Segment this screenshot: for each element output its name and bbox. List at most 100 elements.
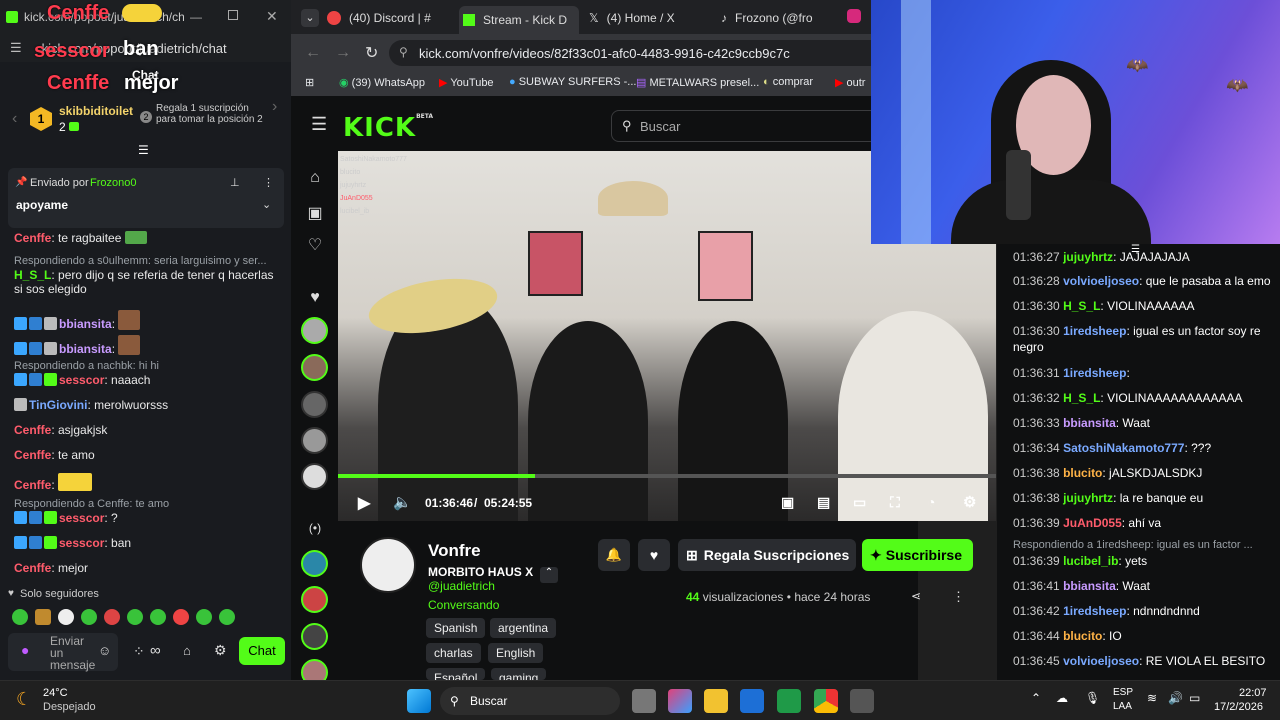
chat-username[interactable]: Cenffe — [14, 478, 51, 492]
search-input[interactable]: ⚲ Buscar — [611, 110, 881, 142]
weather-moon-icon[interactable]: ☾ — [16, 689, 32, 710]
windows-start-icon[interactable] — [407, 689, 431, 713]
chat-username[interactable]: jujuyhrtz — [1063, 250, 1113, 264]
followed-channel-avatar[interactable] — [301, 463, 328, 490]
following-heart-filled-icon[interactable]: ♥ — [303, 289, 327, 313]
chat-username[interactable]: TinGiovini — [29, 398, 87, 412]
tab-x-home[interactable]: 𝕏 (4) Home / X — [589, 6, 709, 30]
emoji-icon[interactable]: ☺ — [98, 643, 111, 658]
follow-heart-button[interactable]: ♥ — [638, 539, 670, 571]
streamer-name[interactable]: Vonfre — [428, 541, 481, 561]
bookmark-metalwars[interactable]: ▤ METALWARS presel... — [636, 76, 759, 89]
back-icon[interactable]: ← — [305, 44, 321, 62]
task-view-icon[interactable] — [632, 689, 656, 713]
prev-arrow-icon[interactable]: ‹ — [12, 110, 17, 128]
obs-icon[interactable] — [850, 689, 874, 713]
streamer-avatar[interactable] — [360, 537, 416, 593]
kick-logo[interactable]: KICKBETA — [343, 113, 433, 143]
chat-username[interactable]: bbiansita — [59, 317, 112, 331]
share-icon[interactable]: ⋖ — [911, 589, 921, 603]
input-layout[interactable]: LAA — [1113, 701, 1132, 712]
tab-kick-stream[interactable]: Stream - Kick D — [459, 6, 579, 34]
site-info-icon[interactable]: ☰ — [10, 40, 22, 56]
chat-username[interactable]: volvioeljoseo — [1063, 274, 1139, 288]
stream-category[interactable]: Conversando — [428, 598, 499, 612]
apps-grid-icon[interactable]: ⊞ — [305, 76, 314, 89]
chat-username[interactable]: Cenffe — [14, 561, 51, 575]
emote-icon[interactable] — [173, 609, 189, 625]
maximize-icon[interactable] — [228, 10, 238, 20]
tab-tiktok[interactable]: ♪ Frozono (@fro — [721, 6, 836, 30]
weather-desc[interactable]: Despejado — [43, 701, 96, 713]
tag-charlas[interactable]: charlas — [426, 643, 481, 663]
fullscreen-icon[interactable]: ⛶ — [890, 494, 900, 511]
chat-input[interactable]: ● Enviar un mensaje ☺ — [8, 633, 118, 671]
chat-username[interactable]: bbiansita — [1063, 416, 1116, 430]
tag-gaming[interactable]: gaming — [491, 668, 547, 680]
chat-username[interactable]: jujuyhrtz — [1063, 491, 1113, 505]
bookmark-outr[interactable]: ▶ outr — [835, 76, 865, 89]
chat-username[interactable]: JuAnD055 — [1063, 516, 1122, 530]
play-icon[interactable]: ▶ — [358, 493, 370, 513]
close-icon[interactable]: ✕ — [266, 8, 278, 25]
chrome-icon[interactable] — [814, 689, 838, 713]
clip-icon[interactable]: ▤ — [817, 494, 830, 511]
tray-cloud-icon[interactable]: ☁ — [1056, 691, 1068, 705]
tray-chevron-icon[interactable]: ⌃ — [1031, 691, 1041, 705]
input-language[interactable]: ESP — [1113, 687, 1133, 698]
emote-icon[interactable] — [81, 609, 97, 625]
chat-username[interactable]: sesscor — [59, 536, 104, 550]
emote-bar[interactable] — [12, 609, 282, 627]
microphone-icon[interactable]: ● — [21, 642, 29, 658]
more-options-icon[interactable]: ⋮ — [263, 176, 274, 189]
instagram-favicon-icon[interactable] — [847, 9, 861, 23]
next-arrow-icon[interactable]: › — [272, 98, 277, 116]
chat-username[interactable]: H_S_L — [1063, 299, 1100, 313]
bookmark-whatsapp[interactable]: ◉ (39) WhatsApp — [339, 76, 425, 89]
chat-username[interactable]: volvioeljoseo — [1063, 654, 1139, 668]
browse-icon[interactable]: ▣ — [303, 203, 327, 227]
tab-search-icon[interactable]: ⌄ — [301, 9, 319, 27]
chat-username[interactable]: 1iredsheep — [1063, 366, 1126, 380]
followed-channel-avatar[interactable] — [301, 391, 328, 418]
forward-icon[interactable]: → — [335, 44, 351, 62]
tag-english[interactable]: English — [488, 643, 544, 663]
weather-temp[interactable]: 24°C — [43, 687, 68, 699]
infinity-icon[interactable]: ∞ — [150, 642, 161, 659]
notification-bell-button[interactable]: 🔔 — [598, 539, 630, 571]
followed-channel-avatar[interactable] — [301, 317, 328, 344]
subscribe-button[interactable]: ✦ Suscribirse — [862, 539, 973, 571]
recommended-channel-avatar[interactable] — [301, 550, 328, 577]
speed-icon[interactable]: ◔ — [927, 494, 935, 510]
chat-username[interactable]: sesscor — [59, 511, 104, 525]
recommended-channel-avatar[interactable] — [301, 586, 328, 613]
chat-username[interactable]: blucito — [1063, 629, 1102, 643]
settings-gear-icon[interactable]: ⚙ — [963, 493, 976, 511]
bookmark-subway[interactable]: ● SUBWAY SURFERS -... — [509, 76, 636, 88]
tag-espanol[interactable]: Español — [426, 668, 486, 680]
url-bar[interactable]: ⚲ kick.com/vonfre/videos/82f33c01-afc0-4… — [389, 40, 889, 66]
chat-username[interactable]: Cenffe — [14, 423, 51, 437]
bookmark-youtube[interactable]: ▶ YouTube — [439, 76, 494, 89]
chat-username[interactable]: 1iredsheep — [1063, 604, 1126, 618]
excel-icon[interactable] — [777, 689, 801, 713]
emote-icon[interactable] — [104, 609, 120, 625]
stream-handle[interactable]: @juadietrich — [428, 579, 495, 593]
live-radio-icon[interactable]: (•) — [303, 521, 327, 545]
tab-discord[interactable]: (40) Discord | # — [327, 6, 457, 30]
chevron-up-icon[interactable]: ⌃ — [540, 567, 558, 583]
emote-icon[interactable] — [196, 609, 212, 625]
emote-icon[interactable] — [127, 609, 143, 625]
site-info-icon[interactable]: ⚲ — [399, 45, 408, 59]
taskbar-search[interactable]: ⚲ Buscar — [440, 687, 620, 715]
chat-username[interactable]: bbiansita — [59, 342, 112, 356]
volume-icon[interactable]: 🔈 — [393, 493, 412, 511]
reload-icon[interactable]: ↻ — [365, 43, 378, 63]
speaker-icon[interactable]: 🔊 — [1168, 691, 1183, 705]
bookmark-comprar[interactable]: ◐ comprar — [763, 76, 813, 88]
expand-pinned-icon[interactable]: ⌄ — [262, 198, 271, 211]
emote-icon[interactable] — [150, 609, 166, 625]
pip-icon[interactable]: ▣ — [781, 494, 794, 511]
tray-mic-icon[interactable]: 🎙 — [1085, 691, 1100, 705]
followed-channel-avatar[interactable] — [301, 427, 328, 454]
